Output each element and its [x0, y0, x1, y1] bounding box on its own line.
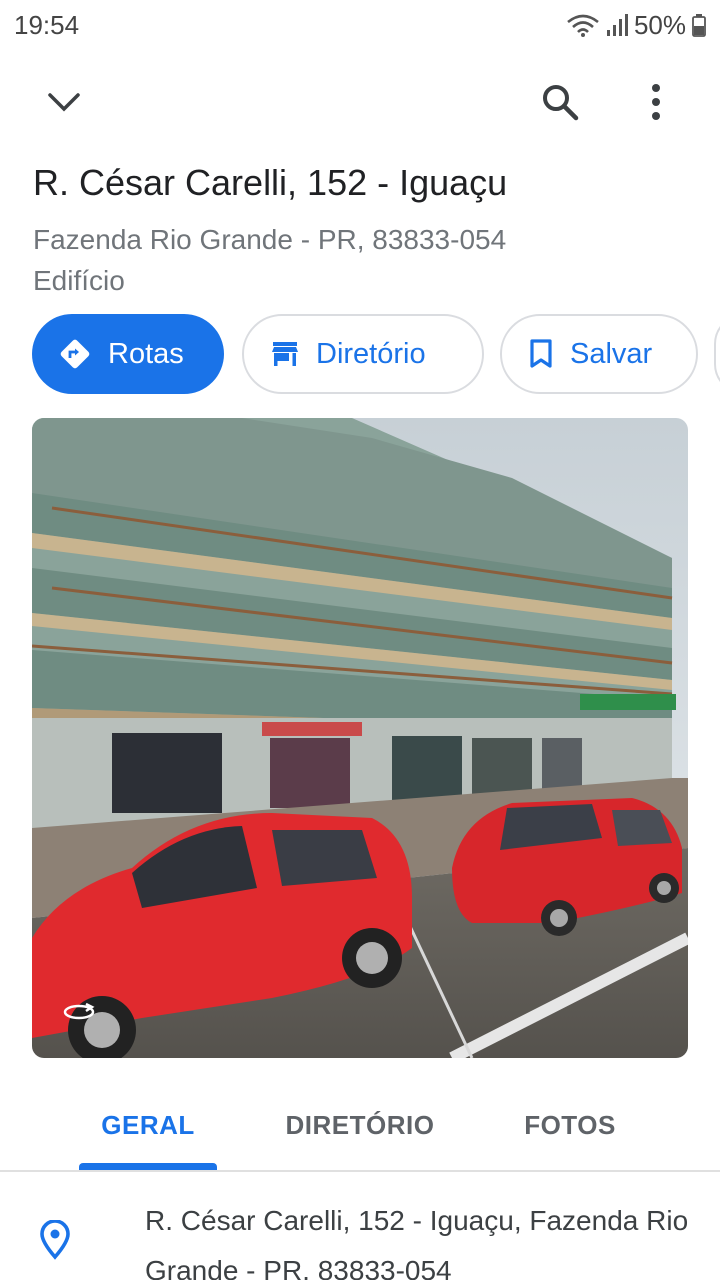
directory-label: Diretório [316, 337, 426, 370]
location-pin-icon [38, 1219, 72, 1265]
more-vert-icon [651, 83, 661, 125]
directory-button[interactable]: Diretório [242, 314, 484, 394]
search-button[interactable] [530, 74, 590, 134]
battery-icon [692, 13, 706, 37]
tab-bar: GERAL DIRETÓRIO FOTOS [0, 1080, 720, 1172]
place-category: Edifício [33, 265, 125, 296]
status-indicators: 50% [566, 10, 706, 41]
360-rotate-icon [62, 1000, 96, 1024]
search-icon [541, 83, 579, 126]
routes-label: Rotas [108, 337, 184, 370]
top-app-bar [0, 66, 720, 142]
routes-button[interactable]: Rotas [32, 314, 224, 394]
address-row[interactable]: R. César Carelli, 152 - Iguaçu, Fazenda … [0, 1176, 720, 1280]
tab-overview[interactable]: GERAL [78, 1080, 218, 1170]
street-view-photo[interactable] [32, 418, 688, 1058]
share-button[interactable] [714, 314, 720, 394]
tab-directory[interactable]: DIRETÓRIO [260, 1080, 460, 1170]
more-options-button[interactable] [626, 74, 686, 134]
signal-icon [606, 13, 628, 37]
address-text: R. César Carelli, 152 - Iguaçu, Fazenda … [145, 1205, 689, 1280]
bookmark-icon [528, 338, 554, 370]
wifi-icon [566, 13, 600, 37]
save-label: Salvar [570, 337, 653, 370]
store-icon [270, 340, 300, 368]
place-subtitle: Fazenda Rio Grande - PR, 83833-054 [33, 224, 507, 255]
action-chips: Rotas Diretório Salvar [32, 314, 720, 394]
chevron-down-icon [47, 92, 81, 117]
tab-selected-indicator [79, 1163, 217, 1170]
save-button[interactable]: Salvar [500, 314, 698, 394]
battery-level: 50% [633, 9, 686, 40]
tab-photos[interactable]: FOTOS [490, 1080, 650, 1170]
collapse-button[interactable] [34, 74, 94, 134]
status-time: 19:54 [14, 9, 80, 40]
directions-icon [58, 337, 92, 371]
status-bar: 19:54 50% [0, 0, 720, 50]
place-title: R. César Carelli, 152 - Iguaçu [33, 162, 508, 203]
